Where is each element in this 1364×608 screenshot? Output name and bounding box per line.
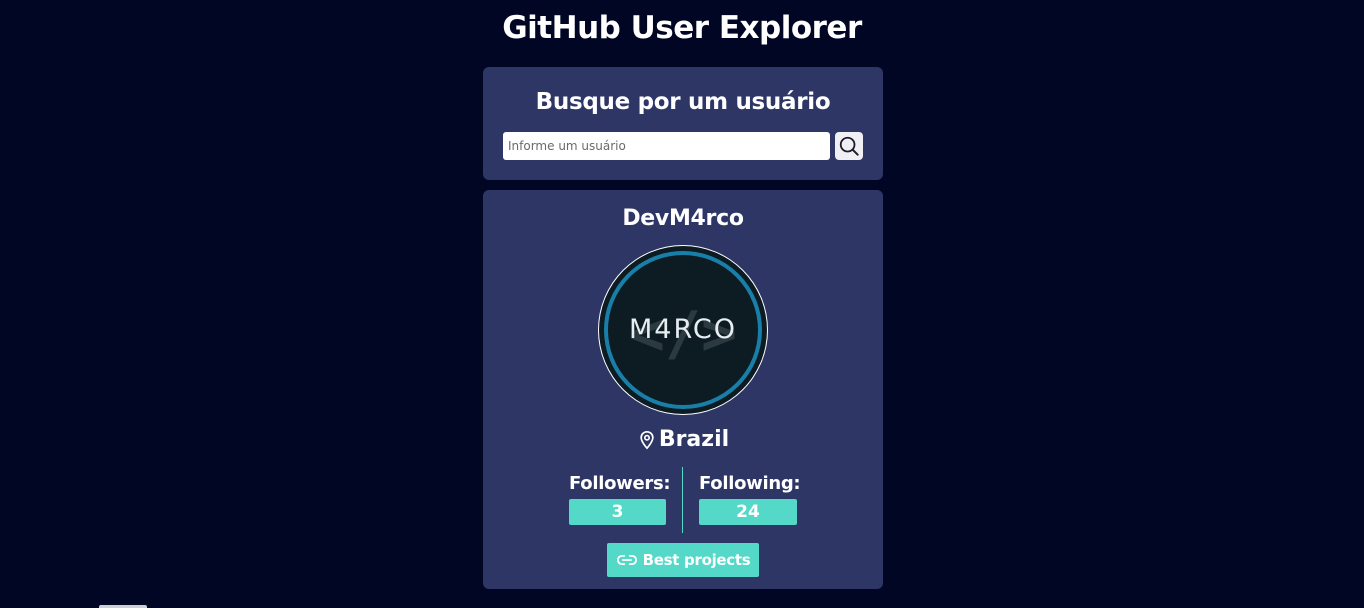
stats: Followers: 3 Following: 24 <box>483 467 883 533</box>
profile-card: DevM4rco </> M4RCO Brazil Followers: 3 F… <box>483 190 883 589</box>
stats-divider <box>682 467 683 533</box>
location: Brazil <box>483 427 883 452</box>
avatar: </> M4RCO <box>598 245 768 415</box>
best-projects-label: Best projects <box>642 551 751 569</box>
best-projects-button[interactable]: Best projects <box>607 543 759 577</box>
avatar-text: M4RCO <box>629 314 737 345</box>
page: GitHub User Explorer Busque por um usuár… <box>0 0 1364 608</box>
username: DevM4rco <box>622 206 744 231</box>
search-heading: Busque por um usuário <box>535 89 831 115</box>
search-button[interactable] <box>835 132 863 160</box>
search-icon <box>839 136 859 156</box>
followers-stat: Followers: 3 <box>569 467 671 525</box>
search-input[interactable] <box>503 132 830 160</box>
link-icon <box>616 554 637 566</box>
map-pin-icon <box>640 430 654 449</box>
location-text: Brazil <box>658 427 730 452</box>
avatar-image: </> M4RCO <box>599 246 767 414</box>
following-stat: Following: 24 <box>699 467 801 525</box>
following-count: 24 <box>699 499 797 525</box>
followers-label: Followers: <box>569 473 671 494</box>
following-label: Following: <box>699 473 801 494</box>
search-card: Busque por um usuário <box>483 67 883 180</box>
app-title: GitHub User Explorer <box>502 10 862 46</box>
followers-count: 3 <box>569 499 666 525</box>
avatar-logo: </> M4RCO <box>604 251 762 409</box>
